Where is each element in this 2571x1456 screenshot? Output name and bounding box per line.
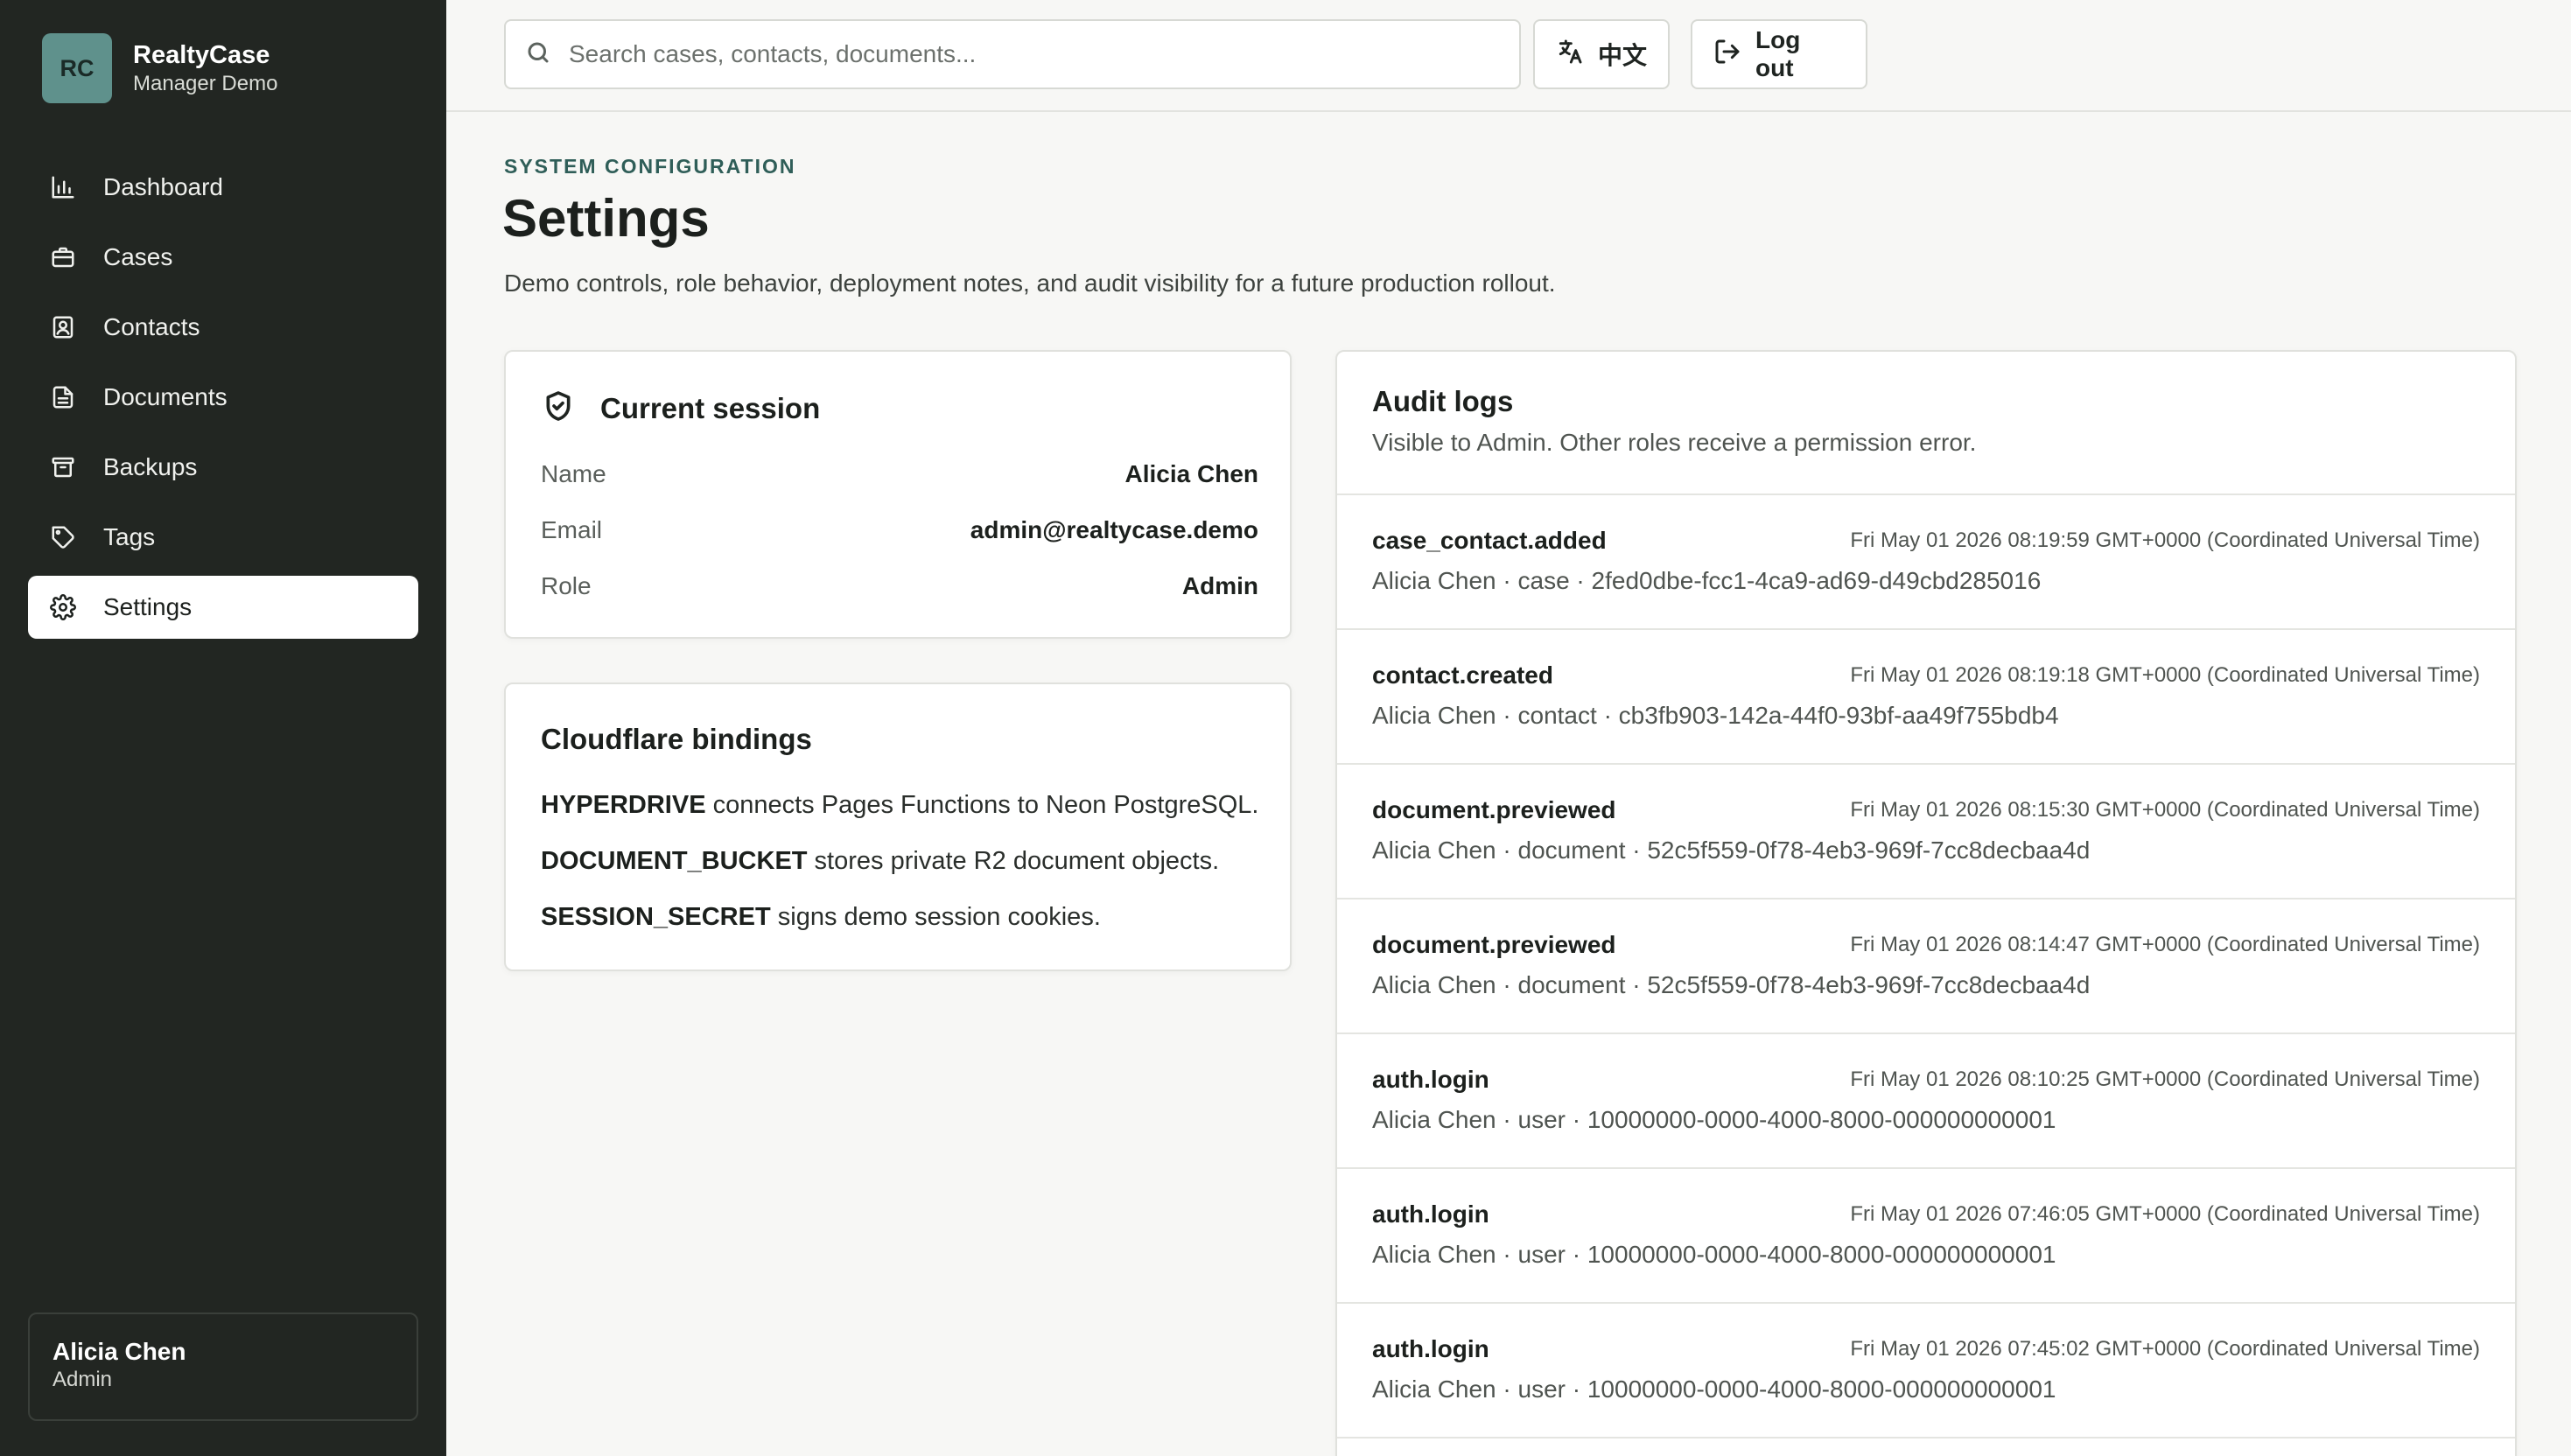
- sidebar-item-backups[interactable]: Backups: [28, 436, 418, 499]
- search-input[interactable]: [569, 40, 1514, 68]
- document-icon: [49, 383, 77, 411]
- brand-subtitle: Manager Demo: [133, 72, 278, 95]
- language-toggle-button[interactable]: 中文: [1533, 19, 1670, 89]
- current-session-title: Current session: [600, 391, 821, 424]
- user-card[interactable]: Alicia Chen Admin: [28, 1312, 418, 1421]
- session-row-name: Name Alicia Chen: [541, 460, 1258, 488]
- binding-text: stores private R2 document objects.: [807, 847, 1220, 875]
- audit-log-detail: Alicia Chen · contact · cb3fb903-142a-44…: [1372, 702, 2059, 729]
- sidebar-item-label: Tags: [103, 523, 156, 550]
- sidebar-item-documents[interactable]: Documents: [28, 366, 418, 429]
- binding-key: SESSION_SECRET: [541, 903, 771, 931]
- sidebar-nav: Dashboard Cases Contacts Documents Backu…: [28, 156, 418, 646]
- cloudflare-bindings-title: Cloudflare bindings: [541, 723, 812, 755]
- logout-label: Log out: [1755, 26, 1801, 81]
- audit-log-detail: Alicia Chen · user · 10000000-0000-4000-…: [1372, 1376, 2056, 1403]
- audit-log-detail: Alicia Chen · user · 10000000-0000-4000-…: [1372, 1106, 2056, 1133]
- sidebar-item-settings[interactable]: Settings: [28, 576, 418, 639]
- language-label: 中文: [1598, 42, 1648, 69]
- cloudflare-bindings-card: Cloudflare bindings HYPERDRIVE connects …: [504, 682, 1292, 971]
- audit-log-time: Fri May 01 2026 08:19:18 GMT+0000 (Coord…: [1850, 663, 2480, 687]
- binding-line: DOCUMENT_BUCKET stores private R2 docume…: [541, 847, 1219, 876]
- session-row-value: admin@realtycase.demo: [970, 516, 1258, 543]
- briefcase-icon: [49, 243, 77, 271]
- audit-log-row: document.previewed Fri May 01 2026 08:14…: [1337, 900, 2515, 1034]
- audit-log-detail: Alicia Chen · user · 10000000-0000-4000-…: [1372, 1241, 2056, 1268]
- brand-name: RealtyCase: [133, 41, 270, 69]
- audit-log-time: Fri May 01 2026 07:46:05 GMT+0000 (Coord…: [1850, 1202, 2480, 1226]
- topbar: 中文 Log out: [446, 0, 2571, 112]
- audit-logs-header: Audit logs Visible to Admin. Other roles…: [1337, 352, 2515, 495]
- audit-log-time: Fri May 01 2026 08:14:47 GMT+0000 (Coord…: [1850, 933, 2480, 956]
- logout-button[interactable]: Log out: [1691, 19, 1867, 89]
- session-row-value: Admin: [1181, 572, 1258, 599]
- session-row-label: Email: [541, 516, 603, 543]
- sidebar-item-label: Documents: [103, 383, 228, 410]
- sidebar-item-tags[interactable]: Tags: [28, 506, 418, 569]
- translate-icon: [1556, 38, 1598, 72]
- audit-log-detail: Alicia Chen · case · 2fed0dbe-fcc1-4ca9-…: [1372, 567, 2042, 594]
- audit-log-detail: Alicia Chen · document · 52c5f559-0f78-4…: [1372, 836, 2091, 864]
- binding-text: signs demo session cookies.: [770, 903, 1101, 931]
- page-title: Settings: [502, 189, 710, 248]
- bar-chart-icon: [49, 173, 77, 201]
- audit-log-time: Fri May 01 2026 08:19:59 GMT+0000 (Coord…: [1850, 528, 2480, 552]
- page-eyebrow: SYSTEM CONFIGURATION: [504, 155, 796, 178]
- audit-log-time: Fri May 01 2026 08:15:30 GMT+0000 (Coord…: [1850, 798, 2480, 822]
- session-row-label: Role: [541, 572, 592, 599]
- sidebar-item-label: Cases: [103, 243, 173, 270]
- brand[interactable]: RC RealtyCase Manager Demo: [42, 33, 277, 103]
- tag-icon: [49, 523, 77, 551]
- brand-text: RealtyCase Manager Demo: [133, 39, 277, 97]
- user-name: Alicia Chen: [53, 1338, 186, 1365]
- page-description: Demo controls, role behavior, deployment…: [504, 270, 1556, 297]
- sidebar-item-label: Contacts: [103, 313, 200, 340]
- current-session-header: Current session: [541, 388, 820, 428]
- sidebar-item-label: Backups: [103, 453, 198, 480]
- audit-log-row: auth.login Fri May 01 2026 07:46:05 GMT+…: [1337, 1169, 2515, 1304]
- shield-check-icon: [541, 388, 576, 428]
- session-row-label: Name: [541, 460, 606, 487]
- sidebar: RC RealtyCase Manager Demo Dashboard Cas…: [0, 0, 446, 1456]
- archive-icon: [49, 453, 77, 481]
- audit-log-time: Fri May 01 2026 08:10:25 GMT+0000 (Coord…: [1850, 1068, 2480, 1091]
- audit-log-time: Fri May 01 2026 07:45:02 GMT+0000 (Coord…: [1850, 1337, 2480, 1361]
- session-row-role: Role Admin: [541, 572, 1258, 600]
- user-role: Admin: [53, 1368, 113, 1391]
- binding-line: HYPERDRIVE connects Pages Functions to N…: [541, 791, 1258, 820]
- contact-book-icon: [49, 313, 77, 341]
- search-box[interactable]: [504, 19, 1521, 89]
- binding-line: SESSION_SECRET signs demo session cookie…: [541, 903, 1101, 932]
- sidebar-item-label: Settings: [103, 593, 193, 620]
- binding-key: DOCUMENT_BUCKET: [541, 847, 808, 875]
- audit-logs-subtitle: Visible to Admin. Other roles receive a …: [1372, 429, 1977, 456]
- audit-log-row: auth.login Fri May 01 2026 07:45:02 GMT+…: [1337, 1304, 2515, 1438]
- sidebar-item-contacts[interactable]: Contacts: [28, 296, 418, 359]
- audit-log-row: auth.login Fri May 01 2026 08:10:25 GMT+…: [1337, 1034, 2515, 1169]
- audit-logs-card[interactable]: Audit logs Visible to Admin. Other roles…: [1335, 350, 2517, 1456]
- logout-icon: [1713, 38, 1755, 72]
- audit-log-row: case_contact.added Fri May 01 2026 08:19…: [1337, 495, 2515, 630]
- session-row-email: Email admin@realtycase.demo: [541, 516, 1258, 544]
- session-row-value: Alicia Chen: [1124, 460, 1258, 487]
- sidebar-item-label: Dashboard: [103, 173, 223, 200]
- current-session-card: Current session Name Alicia Chen Email a…: [504, 350, 1292, 639]
- brand-logo: RC: [42, 33, 112, 103]
- binding-text: connects Pages Functions to Neon Postgre…: [705, 791, 1259, 819]
- sidebar-item-dashboard[interactable]: Dashboard: [28, 156, 418, 219]
- binding-key: HYPERDRIVE: [541, 791, 706, 819]
- gear-icon: [49, 593, 77, 621]
- sidebar-item-cases[interactable]: Cases: [28, 226, 418, 289]
- audit-logs-title: Audit logs: [1372, 385, 1514, 417]
- search-icon: [525, 39, 551, 70]
- audit-log-row: document.previewed Fri May 01 2026 08:15…: [1337, 765, 2515, 900]
- audit-log-row: contact.created Fri May 01 2026 08:19:18…: [1337, 630, 2515, 765]
- audit-log-detail: Alicia Chen · document · 52c5f559-0f78-4…: [1372, 971, 2091, 998]
